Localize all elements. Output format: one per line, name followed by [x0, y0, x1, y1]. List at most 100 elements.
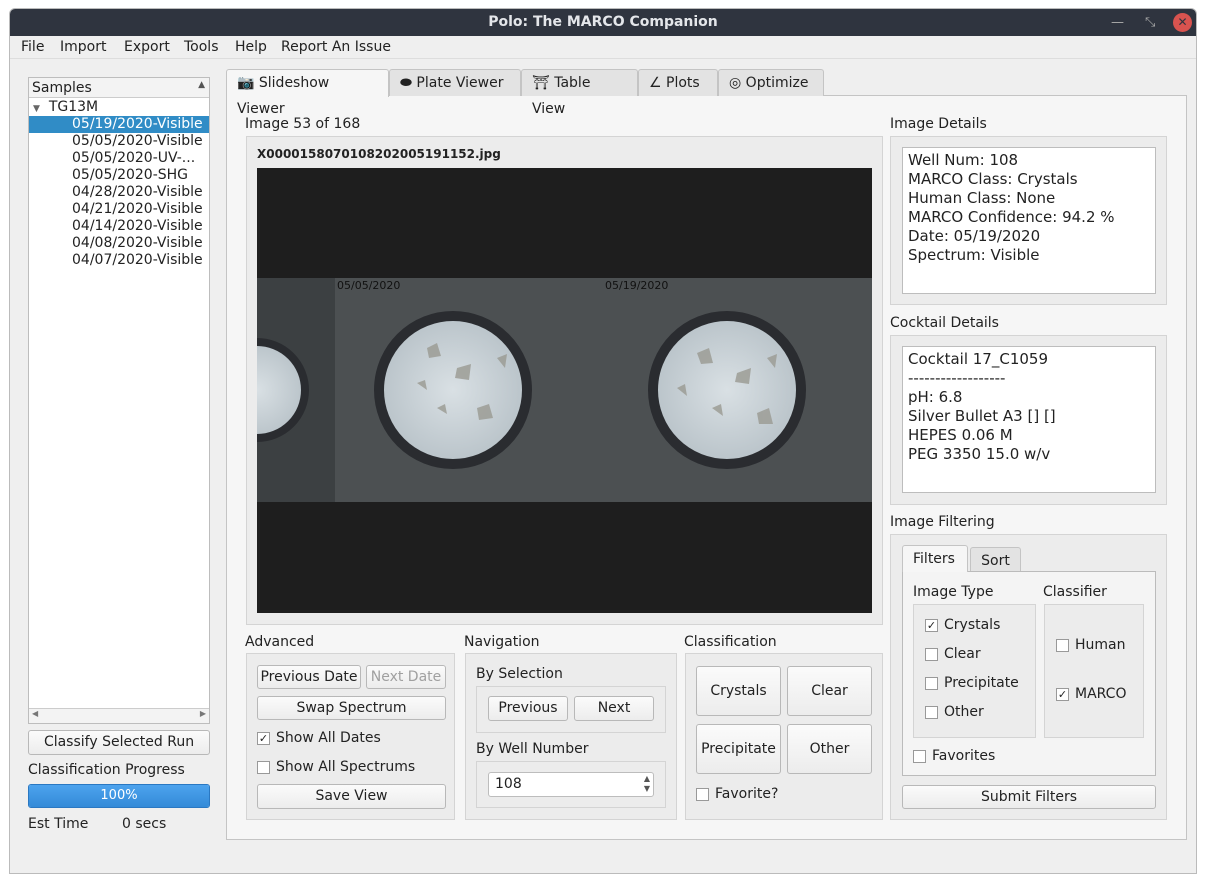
sample-run-item[interactable]: 04/08/2020-Visible — [29, 235, 209, 252]
checkbox-box — [925, 647, 938, 661]
cocktail-details-label: Cocktail Details — [890, 315, 999, 331]
expand-arrow-icon: ▼ — [33, 104, 40, 114]
minimize-icon[interactable]: — — [1111, 9, 1124, 36]
checkbox-box — [696, 787, 709, 801]
well-number-spinbox[interactable]: 108 ▲ ▼ — [488, 772, 654, 797]
classify-crystals-button[interactable]: Crystals — [696, 666, 781, 716]
image-filename: X0000158070108202005191152.jpg — [257, 147, 501, 161]
classifier-group — [1044, 604, 1144, 738]
tab-plots[interactable]: ∠ Plots — [638, 69, 718, 96]
tab-filters[interactable]: Filters — [902, 545, 968, 572]
spin-arrows-icon[interactable]: ▲ ▼ — [644, 774, 650, 794]
sort-arrow-icon: ▲ — [198, 80, 205, 90]
filter-checkbox-crystals[interactable]: ✓ Crystals — [925, 617, 1000, 633]
samples-header[interactable]: Samples ▲ — [29, 78, 209, 98]
checkmark-icon: ✓ — [257, 731, 270, 745]
filter-checkbox-precipitate[interactable]: Precipitate — [925, 675, 1019, 691]
swap-spectrum-button[interactable]: Swap Spectrum — [257, 696, 446, 720]
checkbox-label: Precipitate — [944, 675, 1019, 691]
save-view-button[interactable]: Save View — [257, 784, 446, 809]
next-button[interactable]: Next — [574, 696, 654, 721]
detail-line: Well Num: 108 — [908, 151, 1019, 169]
detail-line: HEPES 0.06 M — [908, 426, 1013, 444]
cocktail-details-text: Cocktail 17_C1059 ------------------ pH: 6… — [902, 346, 1156, 493]
image-filtering-label: Image Filtering — [890, 514, 995, 530]
sample-run-item[interactable]: 05/19/2020-Visible — [29, 116, 209, 133]
samples-header-label: Samples — [32, 80, 92, 96]
menu-export[interactable]: Export — [124, 39, 170, 55]
maximize-icon[interactable]: ⤡ — [1145, 9, 1155, 36]
camera-icon: 📷 — [237, 75, 255, 91]
tab-plate-viewer[interactable]: ⬬ Plate Viewer — [389, 69, 521, 96]
menu-report-issue[interactable]: Report An Issue — [281, 39, 391, 55]
navigation-label: Navigation — [464, 634, 540, 650]
tab-slideshow-viewer[interactable]: 📷 Slideshow Viewer — [226, 69, 389, 117]
checkbox-label: Favorites — [932, 748, 996, 764]
show-all-spectrums-checkbox[interactable]: Show All Spectrums — [257, 759, 415, 775]
sample-run-item[interactable]: 05/05/2020-UV-... — [29, 150, 209, 167]
progress-text: 100% — [100, 788, 138, 803]
image-date-label: 05/19/2020 — [605, 279, 669, 292]
filter-checkbox-human[interactable]: Human — [1056, 637, 1126, 653]
eye-icon: ⬬ — [400, 75, 412, 91]
detail-line: PEG 3350 15.0 w/v — [908, 445, 1051, 463]
previous-date-button[interactable]: Previous Date — [257, 665, 361, 689]
tab-label: Plots — [666, 75, 700, 91]
classification-progress-label: Classification Progress — [28, 762, 185, 778]
sample-run-item[interactable]: 05/05/2020-SHG — [29, 167, 209, 184]
scroll-right-icon[interactable]: ▶ — [200, 709, 206, 718]
tab-label: Plate Viewer — [416, 75, 504, 91]
detail-line: pH: 6.8 — [908, 388, 963, 406]
next-date-button[interactable]: Next Date — [366, 665, 446, 689]
classify-precipitate-button[interactable]: Precipitate — [696, 724, 781, 774]
detail-line: MARCO Confidence: 94.2 % — [908, 208, 1115, 226]
well-number-value: 108 — [495, 776, 522, 792]
checkmark-icon: ✓ — [1056, 687, 1069, 701]
checkbox-box — [1056, 638, 1069, 652]
menu-help[interactable]: Help — [235, 39, 267, 55]
tab-optimize[interactable]: ◎ Optimize — [718, 69, 824, 96]
sample-run-item[interactable]: 04/28/2020-Visible — [29, 184, 209, 201]
filter-checkbox-marco[interactable]: ✓ MARCO — [1056, 686, 1126, 702]
detail-line: Cocktail 17_C1059 — [908, 350, 1048, 368]
tree-root-label: TG13M — [48, 99, 99, 115]
horizontal-scrollbar[interactable]: ◀ ▶ — [29, 708, 209, 723]
filter-checkbox-other[interactable]: Other — [925, 704, 984, 720]
detail-line: Spectrum: Visible — [908, 246, 1040, 264]
sample-run-item[interactable]: 04/21/2020-Visible — [29, 201, 209, 218]
previous-button[interactable]: Previous — [488, 696, 568, 721]
tab-table-view[interactable]: ⛩ Table View — [521, 69, 638, 117]
tab-sort[interactable]: Sort — [970, 547, 1021, 571]
favorites-checkbox[interactable]: Favorites — [913, 748, 995, 764]
classify-clear-button[interactable]: Clear — [787, 666, 872, 716]
est-time-value: 0 secs — [122, 816, 167, 832]
filter-checkbox-clear[interactable]: Clear — [925, 646, 981, 662]
sample-run-item[interactable]: 04/14/2020-Visible — [29, 218, 209, 235]
menu-file[interactable]: File — [21, 39, 44, 55]
image-details-text: Well Num: 108 MARCO Class: Crystals Human … — [902, 147, 1156, 294]
menu-import[interactable]: Import — [60, 39, 106, 55]
sample-run-item[interactable]: 05/05/2020-Visible — [29, 133, 209, 150]
slideshow-image[interactable]: 05/05/2020 05/19/2020 — [205, 168, 872, 613]
classification-label: Classification — [684, 634, 777, 650]
menu-tools[interactable]: Tools — [184, 39, 219, 55]
checkbox-box — [925, 676, 938, 690]
checkbox-box — [925, 705, 938, 719]
classification-progress-bar: 100% — [28, 784, 210, 808]
favorite-checkbox[interactable]: Favorite? — [696, 786, 778, 802]
samples-tree[interactable]: Samples ▲ ▼ TG13M 05/19/2020-Visible 05/05… — [28, 77, 210, 724]
checkbox-label: Other — [944, 704, 984, 720]
checkbox-label: Show All Spectrums — [276, 759, 416, 775]
scroll-left-icon[interactable]: ◀ — [32, 709, 38, 718]
classify-other-button[interactable]: Other — [787, 724, 872, 774]
show-all-dates-checkbox[interactable]: ✓ Show All Dates — [257, 730, 381, 746]
submit-filters-button[interactable]: Submit Filters — [902, 785, 1156, 809]
close-icon[interactable]: ✕ — [1173, 13, 1192, 32]
by-well-number-label: By Well Number — [476, 741, 589, 757]
sample-run-item[interactable]: 04/07/2020-Visible — [29, 252, 209, 269]
classify-selected-run-button[interactable]: Classify Selected Run — [28, 730, 210, 755]
detail-line: ------------------ — [908, 369, 1006, 387]
checkbox-box — [913, 749, 926, 763]
detail-line: Silver Bullet A3 [] [] — [908, 407, 1056, 425]
image-date-label: 05/05/2020 — [337, 279, 401, 292]
